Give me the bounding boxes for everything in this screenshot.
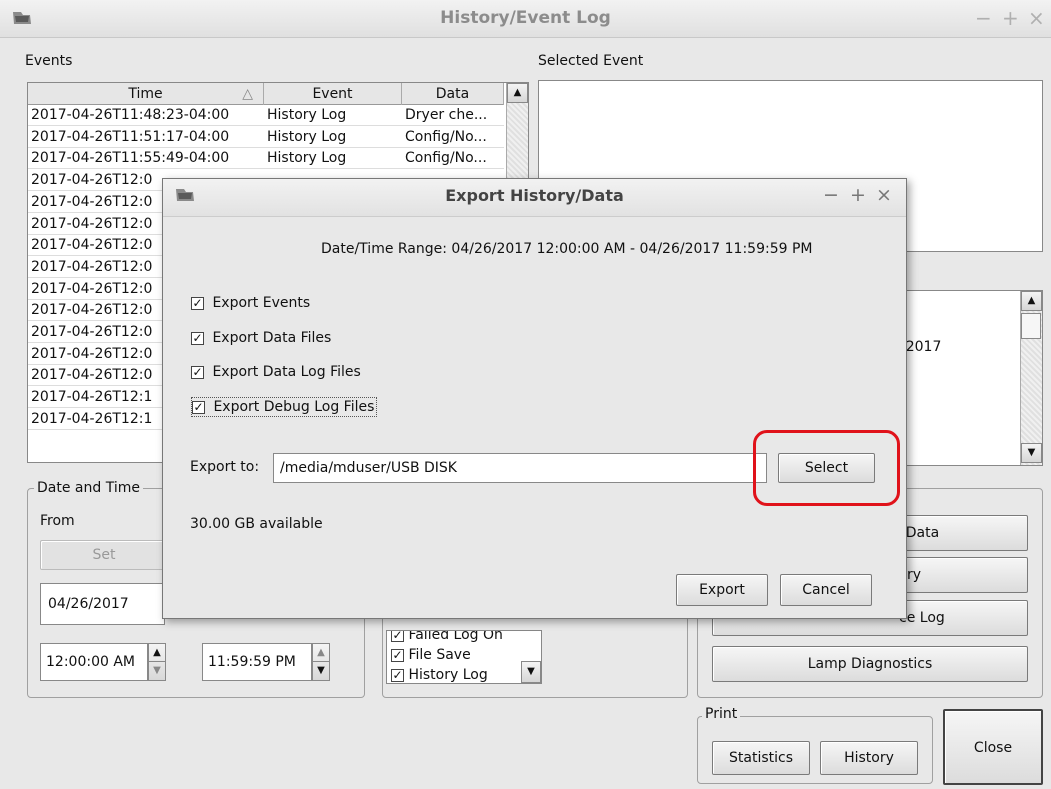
print-group-title: Print xyxy=(702,706,741,722)
checkbox-icon[interactable]: ✓ xyxy=(391,631,404,642)
set-button[interactable]: Set xyxy=(40,540,168,570)
checkbox-icon[interactable]: ✓ xyxy=(391,648,404,662)
cell-data: Dryer che... xyxy=(405,107,488,123)
close-window-icon[interactable]: × xyxy=(1028,6,1045,30)
events-label: Events xyxy=(25,53,73,69)
close-button[interactable]: Close xyxy=(943,709,1043,785)
window-titlebar: History/Event Log − + × xyxy=(0,0,1051,38)
details-scrollbar[interactable]: ▲ ▼ xyxy=(1020,291,1042,465)
details-scroll-down-icon[interactable]: ▼ xyxy=(1021,443,1042,463)
lamp-diagnostics-button[interactable]: Lamp Diagnostics xyxy=(712,646,1028,682)
details-scroll-thumb[interactable] xyxy=(1021,313,1041,339)
window-title: History/Event Log xyxy=(440,8,611,28)
cell-time: 2017-04-26T11:48:23-04:00 xyxy=(31,107,230,123)
export-button[interactable]: Export xyxy=(676,574,768,606)
dialog-titlebar: Export History/Data − + × xyxy=(163,179,906,217)
filter-item[interactable]: ✓ Failed Log On xyxy=(391,631,503,643)
from-time-up-icon[interactable]: ▲ xyxy=(149,644,165,662)
cell-data: Config/No... xyxy=(405,150,487,167)
cancel-button[interactable]: Cancel xyxy=(780,574,872,606)
to-time-up-icon[interactable]: ▲ xyxy=(313,644,329,662)
from-time-down-icon[interactable]: ▼ xyxy=(149,662,165,680)
cell-time: 2017-04-26T11:55:49-04:00 xyxy=(31,150,230,167)
minimize-icon[interactable]: − xyxy=(975,6,992,30)
date-time-range: Date/Time Range: 04/26/2017 12:00:00 AM … xyxy=(321,241,813,257)
from-time-stepper[interactable]: ▲ ▼ xyxy=(148,643,166,681)
events-table-header: Time △ Event Data xyxy=(28,83,504,105)
cell-time: 2017-04-26T11:51:17-04:00 xyxy=(31,128,230,145)
dialog-title: Export History/Data xyxy=(445,186,624,205)
cell-data: Config/No... xyxy=(405,128,487,145)
checkbox-icon[interactable]: ✓ xyxy=(191,365,204,379)
to-time-stepper[interactable]: ▲ ▼ xyxy=(312,643,330,681)
dialog-close-icon[interactable]: × xyxy=(876,184,892,206)
checkbox-icon[interactable]: ✓ xyxy=(391,668,404,682)
sort-ascending-icon: △ xyxy=(242,86,253,102)
from-time-field[interactable]: 12:00:00 AM xyxy=(40,643,148,681)
col-header-event[interactable]: Event xyxy=(264,83,402,105)
checkbox-icon[interactable]: ✓ xyxy=(191,296,204,310)
checkbox-icon[interactable]: ✓ xyxy=(191,331,204,345)
col-header-data[interactable]: Data xyxy=(402,83,504,105)
export-debug-log-files-option[interactable]: ✓ Export Debug Log Files xyxy=(191,397,378,417)
to-time-down-icon[interactable]: ▼ xyxy=(313,662,329,680)
export-path-field[interactable]: /media/mduser/USB DISK xyxy=(273,453,767,483)
date-time-group-title: Date and Time xyxy=(34,480,143,496)
event-details-text: /2017 xyxy=(901,339,942,355)
from-label: From xyxy=(40,513,75,529)
table-row[interactable]: 2017-04-26T11:51:17-04:00 History Log Conf… xyxy=(28,127,504,148)
from-date-field[interactable]: 04/26/2017 xyxy=(40,583,165,625)
table-row[interactable]: 2017-04-26T11:55:49-04:00 History Log Conf… xyxy=(28,148,504,170)
dialog-minimize-icon[interactable]: − xyxy=(823,184,839,206)
cell-event: History Log xyxy=(267,150,347,167)
filter-item[interactable]: ✓ History Log xyxy=(391,667,488,683)
col-header-time[interactable]: Time △ xyxy=(28,83,264,105)
select-highlight-ring xyxy=(753,430,900,506)
available-space: 30.00 GB available xyxy=(190,516,323,532)
filters-list[interactable]: ✓ Failed Log On ✓ File Save ✓ History Lo… xyxy=(386,630,542,684)
to-time-field[interactable]: 11:59:59 PM xyxy=(202,643,312,681)
selected-event-label: Selected Event xyxy=(538,53,644,69)
cell-event: History Log xyxy=(267,128,347,145)
filters-scroll-down-icon[interactable]: ▼ xyxy=(521,661,541,683)
maximize-icon[interactable]: + xyxy=(1002,6,1019,30)
checkbox-icon[interactable]: ✓ xyxy=(192,400,205,414)
export-data-files-option[interactable]: ✓ Export Data Files xyxy=(191,330,331,346)
print-statistics-button[interactable]: Statistics xyxy=(712,741,810,775)
filter-item[interactable]: ✓ File Save xyxy=(391,647,471,663)
scroll-up-icon[interactable]: ▲ xyxy=(507,83,528,103)
cell-event: History Log xyxy=(267,107,347,123)
details-scroll-up-icon[interactable]: ▲ xyxy=(1021,291,1042,311)
export-events-option[interactable]: ✓ Export Events xyxy=(191,295,310,311)
export-to-label: Export to: xyxy=(190,459,260,475)
table-row[interactable]: 2017-04-26T11:48:23-04:00 History Log Drye… xyxy=(28,105,504,126)
export-dialog: Export History/Data − + × Date/Time Rang… xyxy=(162,178,907,619)
dialog-maximize-icon[interactable]: + xyxy=(850,184,866,206)
print-history-button[interactable]: History xyxy=(820,741,918,775)
export-data-log-files-option[interactable]: ✓ Export Data Log Files xyxy=(191,364,361,380)
